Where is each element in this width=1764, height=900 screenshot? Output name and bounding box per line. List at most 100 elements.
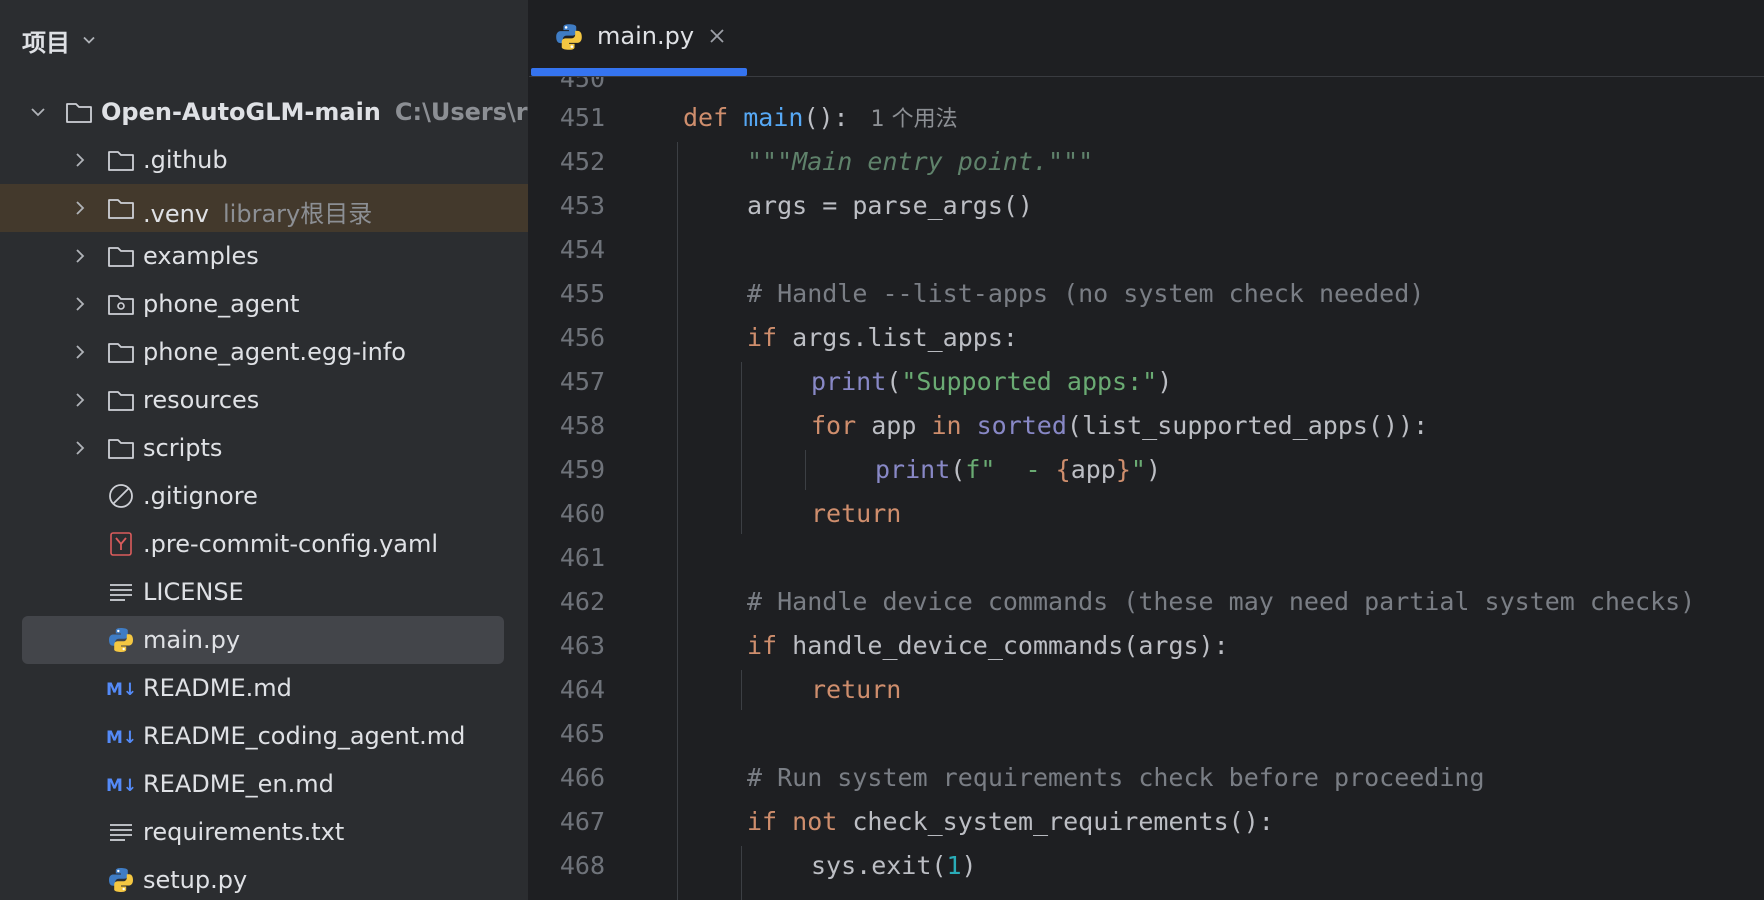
tree-item[interactable]: main.py: [22, 616, 504, 664]
folder-icon: [66, 103, 92, 123]
code-line: 464 return: [529, 668, 1764, 712]
line-number: 458: [559, 411, 605, 440]
tree-item[interactable]: .venv library根目录: [0, 184, 528, 232]
code-line: 461: [529, 536, 1764, 580]
active-tab-indicator: [531, 68, 747, 76]
indent-guide: [677, 142, 678, 900]
python-file-icon: [556, 24, 582, 50]
folder-icon: [108, 151, 134, 171]
line-number: 465: [559, 719, 605, 748]
chevron-right-icon[interactable]: [72, 200, 88, 216]
svg-text:M↓: M↓: [106, 680, 136, 700]
folder-icon: [108, 199, 134, 219]
editor-tab-bar: main.py: [529, 0, 1764, 77]
line-number: 452: [559, 147, 605, 176]
code-line: 452 """Main entry point.""": [529, 140, 1764, 184]
tab-main-py[interactable]: main.py: [529, 0, 749, 76]
code-line: 462 # Handle device commands (these may n…: [529, 580, 1764, 624]
tree-item[interactable]: LICENSE: [0, 568, 528, 616]
code-area[interactable]: 450 451 def main(): 1 个用法 452 """Main entry…: [529, 77, 1764, 900]
tree-item[interactable]: setup.py: [0, 856, 528, 900]
code-line: 458 for app in sorted(list_supported_apps…: [529, 404, 1764, 448]
code-text: # Handle --list-apps (no system check ne…: [747, 279, 1425, 308]
line-number: 455: [559, 279, 605, 308]
code-line: 453 args = parse_args(): [529, 184, 1764, 228]
code-line: 467 if not check_system_requirements():: [529, 800, 1764, 844]
tree-item[interactable]: resources: [0, 376, 528, 424]
tree-item[interactable]: .pre-commit-config.yaml: [0, 520, 528, 568]
tree-item-label: requirements.txt: [143, 818, 345, 846]
line-number: 464: [559, 675, 605, 704]
markdown-file-icon: M↓: [106, 776, 136, 796]
chevron-right-icon[interactable]: [72, 344, 88, 360]
tab-label: main.py: [597, 22, 695, 50]
code-text: def main(): 1 个用法: [683, 103, 958, 132]
tree-item[interactable]: M↓ README_coding_agent.md: [0, 712, 528, 760]
tree-item[interactable]: examples: [0, 232, 528, 280]
tree-item-label: LICENSE: [143, 578, 244, 606]
tree-item-label: Open-AutoGLM-main: [101, 98, 381, 126]
tree-item-label: phone_agent: [143, 290, 300, 318]
tree-item[interactable]: requirements.txt: [0, 808, 528, 856]
tree-item-label: resources: [143, 386, 260, 414]
code-line: 465: [529, 712, 1764, 756]
line-number: 462: [559, 587, 605, 616]
tree-item[interactable]: phone_agent: [0, 280, 528, 328]
line-number: 463: [559, 631, 605, 660]
chevron-right-icon[interactable]: [72, 296, 88, 312]
code-line: 455 # Handle --list-apps (no system check…: [529, 272, 1764, 316]
chevron-right-icon[interactable]: [72, 248, 88, 264]
line-number: 467: [559, 807, 605, 836]
tree-item-label: README.md: [143, 674, 292, 702]
code-text: print("Supported apps:"): [811, 367, 1173, 396]
code-text: if not check_system_requirements():: [747, 807, 1274, 836]
python-file-icon: [109, 868, 133, 892]
project-view-header[interactable]: 项目: [22, 20, 96, 60]
chevron-right-icon[interactable]: [72, 392, 88, 408]
line-number: 453: [559, 191, 605, 220]
chevron-down-icon[interactable]: [82, 33, 96, 47]
tree-item[interactable]: .gitignore: [0, 472, 528, 520]
python-file-icon: [109, 628, 133, 652]
folder-icon: [108, 439, 134, 459]
code-text: """Main entry point.""": [747, 147, 1094, 176]
folder-icon: [108, 391, 134, 411]
line-number: 456: [559, 323, 605, 352]
line-number: 454: [559, 235, 605, 264]
line-number: 468: [559, 851, 605, 880]
code-line: 466 # Run system requirements check befor…: [529, 756, 1764, 800]
code-line: 463 if handle_device_commands(args):: [529, 624, 1764, 668]
svg-text:M↓: M↓: [106, 776, 136, 796]
indent-guide: [741, 670, 742, 710]
indent-guide: [741, 362, 742, 534]
ignore-file-icon: [109, 484, 133, 508]
tree-item[interactable]: M↓ README_en.md: [0, 760, 528, 808]
code-text: for app in sorted(list_supported_apps())…: [811, 411, 1429, 440]
line-number: 466: [559, 763, 605, 792]
code-text: print(f" - {app}"): [875, 455, 1162, 484]
project-view-title: 项目: [22, 28, 70, 57]
chevron-right-icon[interactable]: [72, 440, 88, 456]
tree-item[interactable]: M↓ README.md: [0, 664, 528, 712]
tree-item-label: setup.py: [143, 866, 248, 894]
code-text: if args.list_apps:: [747, 323, 1018, 352]
tree-item-label: .venv: [143, 200, 210, 228]
line-number: 457: [559, 367, 605, 396]
tree-item[interactable]: phone_agent.egg-info: [0, 328, 528, 376]
chevron-right-icon[interactable]: [72, 152, 88, 168]
tree-item[interactable]: Open-AutoGLM-main C:\Users\ruiye: [0, 88, 528, 136]
line-number: 459: [559, 455, 605, 484]
tree-item-label: .github: [143, 146, 228, 174]
line-number: 461: [559, 543, 605, 572]
code-text: return: [811, 499, 902, 528]
tree-item[interactable]: scripts: [0, 424, 528, 472]
line-number: 451: [559, 103, 605, 132]
code-text: if handle_device_commands(args):: [747, 631, 1229, 660]
chevron-down-icon[interactable]: [30, 104, 46, 120]
svg-text:M↓: M↓: [106, 728, 136, 748]
tree-item[interactable]: .github: [0, 136, 528, 184]
code-text: # Run system requirements check before p…: [747, 763, 1485, 792]
code-line: 454: [529, 228, 1764, 272]
close-icon[interactable]: [707, 26, 727, 46]
markdown-file-icon: M↓: [106, 680, 136, 700]
